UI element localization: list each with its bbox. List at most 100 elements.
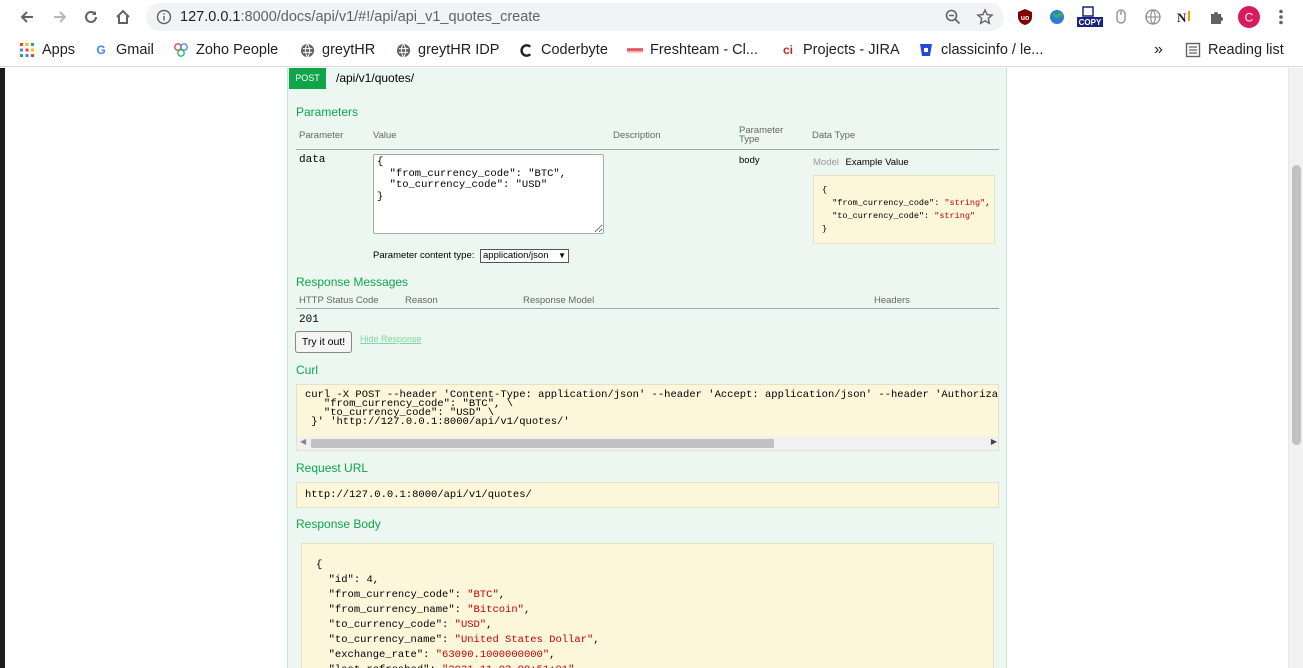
- window-edge: [0, 68, 5, 668]
- request-url-heading: Request URL: [296, 461, 369, 475]
- notion-extension-icon[interactable]: N: [1173, 6, 1195, 28]
- home-icon[interactable]: [112, 6, 134, 28]
- curl-horizontal-scrollbar[interactable]: ◀ ▶: [297, 436, 998, 450]
- reading-list-button[interactable]: Reading list: [1185, 40, 1284, 60]
- example-key1: "from_currency_code":: [822, 198, 945, 208]
- field-value: "BTC": [467, 589, 499, 601]
- try-it-out-button[interactable]: Try it out!: [295, 331, 352, 353]
- reload-icon[interactable]: [80, 6, 102, 28]
- curl-heading: Curl: [296, 363, 319, 377]
- bookmark-freshteam[interactable]: Freshteam - Cl...: [627, 40, 758, 60]
- forward-icon[interactable]: [49, 6, 71, 28]
- example-val2: "string": [934, 211, 976, 221]
- field-separator: :: [429, 664, 442, 668]
- field-comma: ,: [549, 649, 556, 661]
- field-separator: :: [442, 619, 455, 631]
- globe-icon: [299, 42, 315, 58]
- ci-icon: ci: [782, 43, 793, 57]
- content-type-label: Parameter content type:: [373, 250, 475, 261]
- bookmark-label: greytHR IDP: [418, 42, 500, 58]
- response-body-field: "last_refreshed": "2021-11-03 09:51:01",: [316, 663, 979, 668]
- more-bookmarks-chevron-icon[interactable]: »: [1154, 40, 1163, 60]
- parameters-heading: Parameters: [296, 105, 359, 119]
- tab-example-value[interactable]: Example Value: [846, 157, 909, 168]
- google-icon: G: [96, 43, 106, 57]
- hide-response-link[interactable]: Hide Response: [360, 334, 422, 344]
- curl-scroll-thumb[interactable]: [311, 439, 774, 448]
- header-divider: [296, 149, 999, 150]
- request-url-value[interactable]: http://127.0.0.1:8000/api/v1/quotes/: [296, 482, 999, 508]
- field-comma: ,: [486, 619, 493, 631]
- back-icon[interactable]: [16, 6, 38, 28]
- col-parameter-type: Parameter Type: [739, 126, 783, 145]
- col-parameter-type-line2: Type: [739, 134, 760, 145]
- apps-grid-icon: [19, 42, 35, 58]
- field-value: "2021-11-03 09:51:01": [442, 664, 574, 668]
- operation-path[interactable]: /api/v1/quotes/: [336, 71, 414, 85]
- field-key: "from_currency_name": [328, 604, 455, 616]
- example-open: {: [822, 185, 828, 195]
- profile-avatar[interactable]: C: [1238, 6, 1260, 28]
- method-badge[interactable]: POST: [289, 68, 326, 89]
- globe-extension-icon[interactable]: [1046, 6, 1068, 28]
- field-separator: :: [423, 649, 436, 661]
- response-body-field: "to_currency_name": "United States Dolla…: [316, 633, 979, 648]
- url-path: :8000/docs/api/v1/#!/api/api_v1_quotes_c…: [240, 9, 541, 25]
- bookmark-coderbyte[interactable]: Coderbyte: [518, 40, 608, 60]
- url-text[interactable]: 127.0.0.1:8000/docs/api/v1/#!/api/api_v1…: [180, 9, 540, 25]
- site-info-icon[interactable]: [156, 9, 172, 25]
- bookmark-label: Projects - JIRA: [803, 42, 900, 58]
- mouse-extension-icon[interactable]: [1110, 6, 1132, 28]
- response-body-heading: Response Body: [296, 517, 381, 531]
- col-headers: Headers: [874, 295, 910, 306]
- bookmark-apps[interactable]: Apps: [19, 40, 75, 60]
- bookmark-greythr[interactable]: greytHR: [299, 40, 375, 60]
- col-http-status: HTTP Status Code: [299, 295, 379, 306]
- page-scroll-thumb[interactable]: [1292, 165, 1301, 445]
- browser-menu-icon[interactable]: [1270, 6, 1292, 28]
- extensions-puzzle-icon[interactable]: [1206, 6, 1228, 28]
- field-key: "to_currency_name": [328, 634, 443, 646]
- response-messages-heading: Response Messages: [296, 275, 409, 289]
- bookmark-label: Freshteam - Cl...: [650, 42, 758, 58]
- example-key2: "to_currency_code":: [822, 211, 935, 221]
- svg-text:N: N: [1177, 10, 1187, 25]
- bookmark-gmail[interactable]: G Gmail: [93, 40, 154, 60]
- bookmark-greythr-idp[interactable]: greytHR IDP: [395, 40, 499, 60]
- col-value: Value: [373, 130, 397, 141]
- address-bar[interactable]: 127.0.0.1:8000/docs/api/v1/#!/api/api_v1…: [146, 3, 1004, 31]
- col-reason: Reason: [405, 295, 438, 306]
- col-response-model: Response Model: [523, 295, 595, 306]
- example-value-box[interactable]: { "from_currency_code": "string", "to_cu…: [813, 175, 995, 244]
- ublock-icon[interactable]: uo: [1014, 6, 1036, 28]
- copy-ext-label: COPY: [1079, 18, 1102, 27]
- url-host: 127.0.0.1: [180, 9, 241, 25]
- scroll-left-arrow-icon[interactable]: ◀: [300, 437, 306, 446]
- param-type: body: [739, 155, 760, 166]
- copy-extension-icon[interactable]: COPY: [1076, 6, 1104, 28]
- curl-box[interactable]: curl -X POST --header 'Content-Type: app…: [296, 384, 999, 451]
- field-comma: ,: [593, 634, 600, 646]
- bookmark-projects-jira[interactable]: ci Projects - JIRA: [780, 40, 900, 60]
- bookmark-label: Gmail: [116, 42, 154, 58]
- bookmarks-bar: Apps G Gmail Zoho People greytHR greytHR…: [0, 34, 1303, 67]
- web-extension-icon[interactable]: [1142, 6, 1164, 28]
- bookmark-classicinfo[interactable]: classicinfo / le...: [918, 40, 1043, 60]
- bookmark-zoho-people[interactable]: Zoho People: [173, 40, 278, 60]
- scroll-right-arrow-icon[interactable]: ▶: [991, 437, 997, 446]
- col-parameter: Parameter: [299, 130, 344, 141]
- field-separator: :: [454, 589, 468, 601]
- page-scrollbar[interactable]: [1288, 68, 1303, 668]
- response-body-field: "to_currency_code": "USD",: [316, 618, 979, 633]
- content-type-select[interactable]: application/json ▼: [480, 249, 569, 263]
- field-value: "Bitcoin": [467, 604, 524, 616]
- zoom-icon[interactable]: [944, 8, 962, 26]
- response-body-box[interactable]: { "id": 4, "from_currency_code": "BTC", …: [301, 543, 994, 668]
- field-separator: :: [353, 574, 367, 586]
- tab-model[interactable]: Model: [813, 157, 839, 168]
- bookmark-star-icon[interactable]: [976, 8, 994, 26]
- chevron-down-icon: ▼: [558, 251, 566, 260]
- param-value-textarea[interactable]: { "from_currency_code": "BTC", "to_curre…: [373, 154, 604, 234]
- coderbyte-icon: [518, 42, 534, 58]
- response-body-field: "id": 4,: [316, 573, 979, 588]
